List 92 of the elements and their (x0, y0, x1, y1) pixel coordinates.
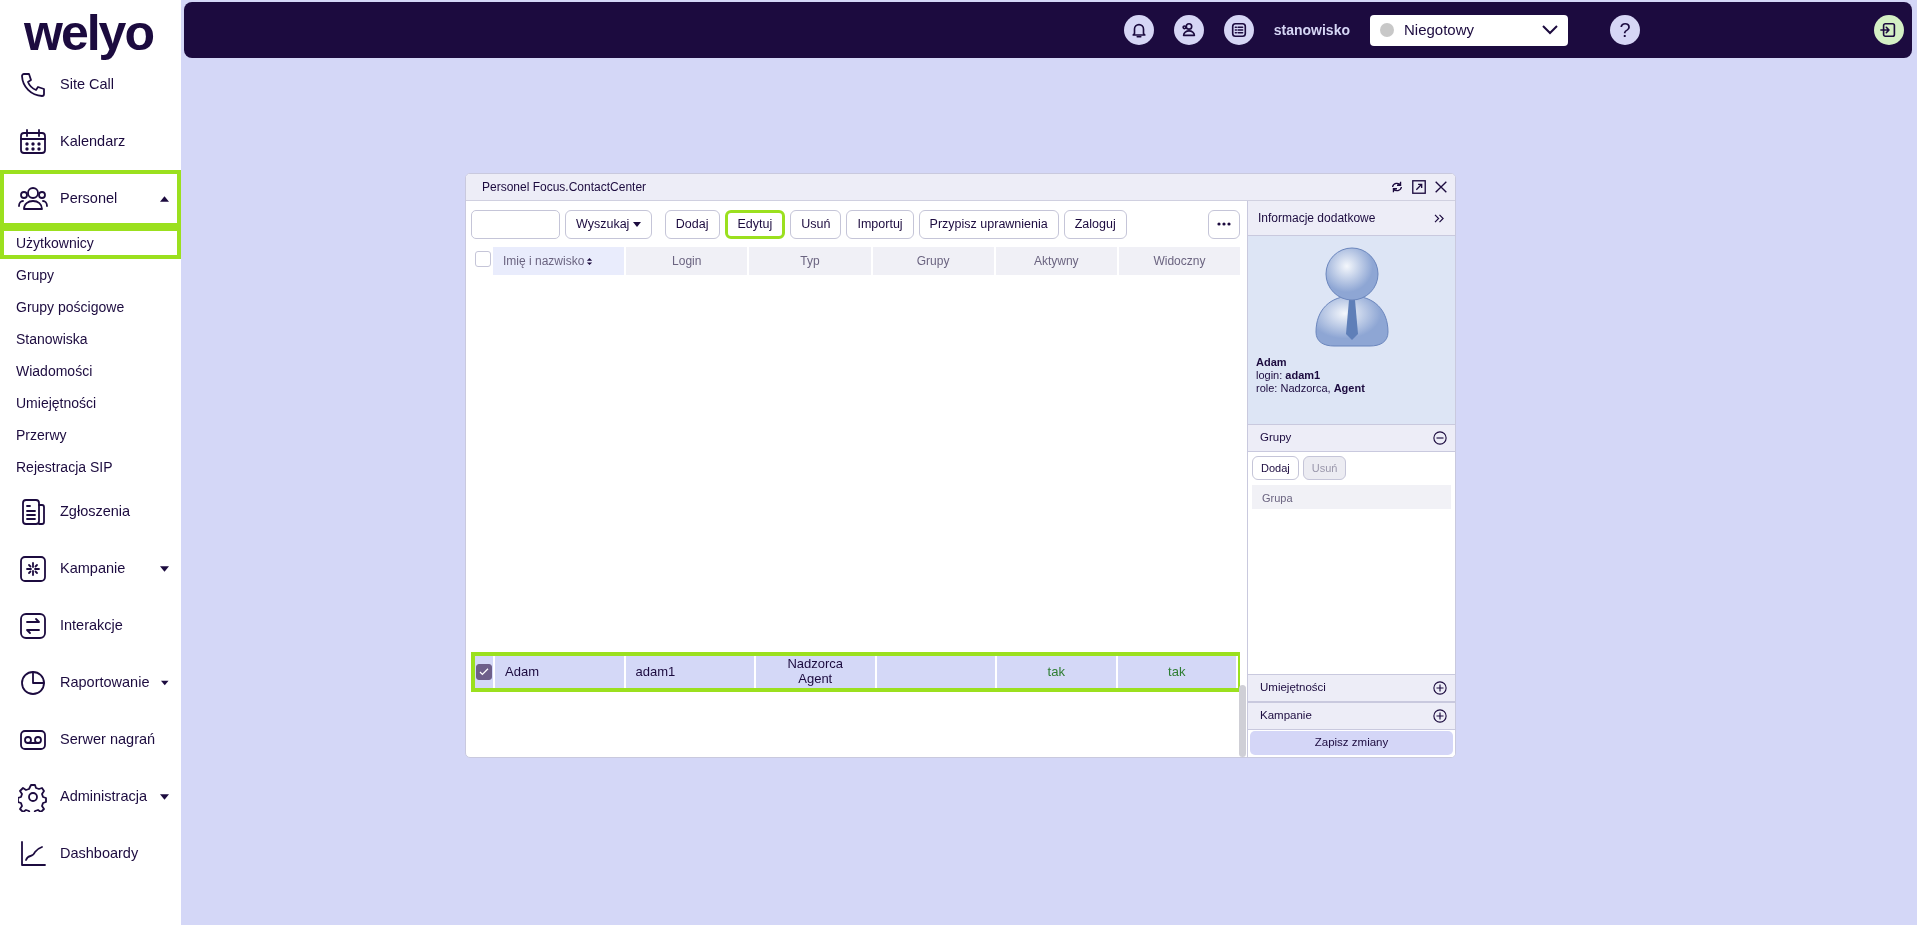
sidebar-item[interactable]: Serwer nagrań (0, 711, 181, 768)
sidebar-label: Zgłoszenia (60, 501, 131, 521)
sidebar-item[interactable]: Zgłoszenia (0, 483, 181, 540)
gear-icon (18, 781, 48, 812)
sidebar-label: Kalendarz (60, 131, 126, 151)
search-dropdown-button[interactable]: Wyszukaj (565, 209, 652, 239)
more-button[interactable] (1208, 209, 1240, 239)
expand-icon[interactable] (1433, 681, 1447, 695)
help-button[interactable]: ? (1610, 15, 1640, 45)
window-title: Personel Focus.ContactCenter (482, 179, 647, 196)
close-icon[interactable] (1433, 179, 1449, 195)
calendar-icon (18, 126, 48, 157)
section-title: Kampanie (1260, 708, 1312, 724)
toolbar-button[interactable]: Zaloguj (1063, 209, 1127, 239)
sidebar-label: Interakcje (60, 615, 123, 635)
user-name: Adam (1256, 356, 1288, 370)
section-header[interactable]: Grupy (1248, 424, 1455, 452)
user-login: login: adam1 (1256, 369, 1322, 383)
chevron-icon (1542, 25, 1558, 35)
sidebar-item[interactable]: Personel (0, 170, 181, 227)
column-header[interactable]: Aktywny (995, 247, 1117, 275)
table-row[interactable]: Adam adam1 Nadzorca Agent tak tak (471, 652, 1240, 692)
line-chart-icon (18, 838, 48, 869)
expand-icon[interactable] (1433, 709, 1447, 723)
section-title: Grupy (1260, 430, 1292, 446)
collapse-icon[interactable] (1433, 431, 1447, 445)
sort-icon (586, 256, 594, 266)
toolbar-button[interactable]: Importuj (846, 209, 914, 239)
caret-icon (632, 221, 641, 227)
sidebar-label: Raportowanie (60, 672, 150, 692)
sidebar-subitem[interactable]: Stanowiska (0, 323, 181, 355)
toolbar-button[interactable]: Usuń (790, 209, 842, 239)
caret-icon (160, 195, 169, 202)
swap-arrows-icon (18, 610, 48, 641)
sidebar-label: Dashboardy (60, 843, 139, 863)
sidebar-subitem[interactable]: Wiadomości (0, 355, 181, 387)
panel-title: Informacje dodatkowe (1258, 210, 1376, 227)
sparkle-icon (18, 553, 48, 584)
column-header: Grupa (1252, 485, 1451, 509)
user-role: role: Nadzorca, Agent (1256, 382, 1366, 396)
sidebar-item[interactable]: Kalendarz (0, 113, 181, 170)
search-field[interactable] (471, 209, 560, 239)
status-select[interactable]: Niegotowy (1370, 14, 1568, 46)
sidebar-subitem[interactable]: Umiejętności (0, 387, 181, 419)
list-icon (1229, 21, 1248, 39)
check-icon (479, 668, 489, 676)
column-header[interactable]: Grupy (872, 247, 994, 275)
column-header[interactable]: Imię i nazwisko (493, 247, 625, 275)
sidebar-subitem[interactable]: Przerwy (0, 419, 181, 451)
bell-icon (1129, 21, 1148, 39)
exit-icon (1880, 21, 1898, 39)
save-button[interactable]: Zapisz zmiany (1250, 731, 1453, 755)
sidebar-subitem[interactable]: Grupy pościgowe (0, 291, 181, 323)
caret-icon (161, 679, 169, 686)
popout-icon[interactable] (1411, 179, 1427, 195)
users-button[interactable] (1173, 15, 1204, 45)
section-title: Umiejętności (1260, 680, 1326, 696)
sidebar-item[interactable]: Interakcje (0, 597, 181, 654)
scrollbar[interactable] (1239, 685, 1246, 757)
caret-icon (160, 793, 169, 800)
sidebar-item[interactable]: Administracja (0, 768, 181, 825)
sidebar-label: Serwer nagrań (60, 729, 156, 749)
more-icon (1217, 222, 1231, 227)
sidebar-label: Personel (60, 188, 118, 208)
sidebar-item[interactable]: Kampanie (0, 540, 181, 597)
sidebar-item[interactable]: Raportowanie (0, 654, 181, 711)
column-header[interactable]: Login (626, 247, 748, 275)
list-button[interactable] (1223, 15, 1254, 45)
toolbar-button[interactable]: Przypisz uprawnienia (918, 209, 1059, 239)
notifications-button[interactable] (1123, 15, 1154, 45)
station-label: stanowisko (1273, 20, 1350, 40)
logout-button[interactable] (1874, 15, 1904, 45)
refresh-icon[interactable] (1389, 179, 1405, 195)
toolbar-button[interactable]: Dodaj (664, 209, 720, 239)
sidebar-label: Administracja (60, 786, 148, 806)
sidebar-subitem[interactable]: Użytkownicy (0, 227, 181, 259)
sidebar-subitem[interactable]: Grupy (0, 259, 181, 291)
sidebar-item[interactable]: Dashboardy (0, 825, 181, 882)
toolbar-button[interactable]: Edytuj (724, 209, 786, 239)
sidebar-label: Site Call (60, 74, 114, 94)
column-header[interactable]: Typ (749, 247, 871, 275)
row-checkbox[interactable] (476, 664, 492, 680)
select-all-checkbox[interactable] (475, 251, 491, 267)
section-header[interactable]: Umiejętności (1248, 674, 1455, 702)
section-header[interactable]: Kampanie (1248, 702, 1455, 730)
sidebar-label: Kampanie (60, 558, 126, 578)
sidebar-subitem[interactable]: Rejestracja SIP (0, 451, 181, 483)
caret-icon (160, 565, 169, 572)
status-value: Niegotowy (1404, 19, 1475, 40)
column-header[interactable]: Widoczny (1118, 247, 1241, 275)
people-icon (1179, 21, 1198, 39)
section-button[interactable]: Dodaj (1252, 456, 1299, 480)
